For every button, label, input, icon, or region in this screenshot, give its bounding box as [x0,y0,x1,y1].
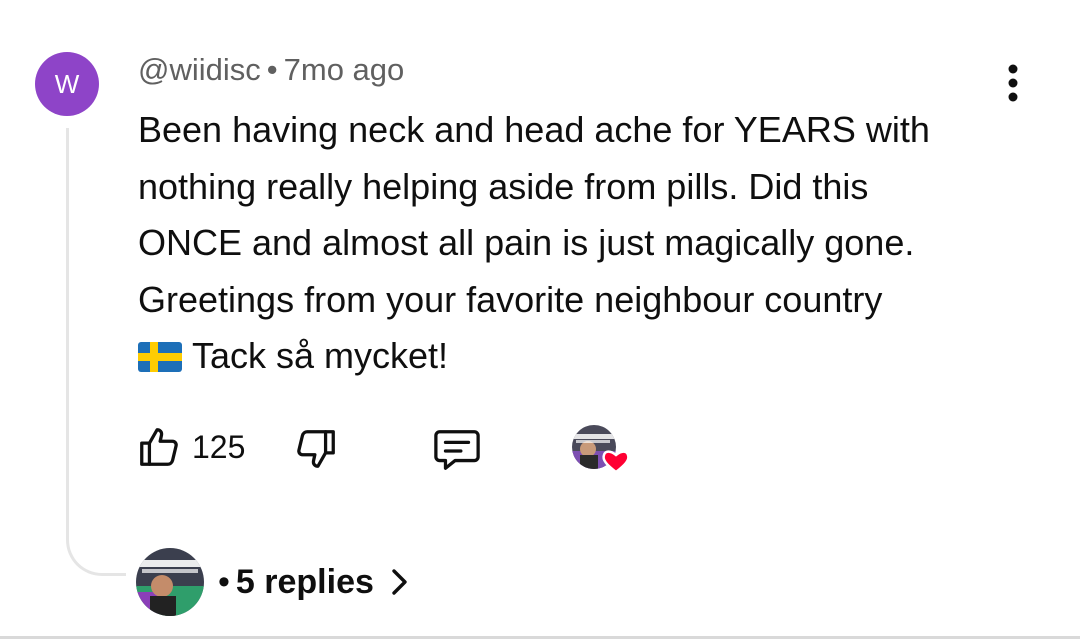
comment-body: Been having neck and head ache for YEARS… [138,102,1038,385]
swedish-flag-icon [138,342,182,372]
creator-heart-badge [572,425,632,475]
heart-icon [602,450,630,474]
creator-avatar-icon [572,425,630,474]
comment-line: ONCE and almost all pain is just magical… [138,222,915,263]
thumbs-down-icon [297,430,335,468]
comment-line-last: Tack så mycket! [138,328,1038,385]
comment-line: Greetings from your favorite neighbour c… [138,278,883,320]
comment-actions: 125 [0,422,1080,478]
comment-timestamp[interactable]: 7mo ago [284,52,405,87]
view-replies-button[interactable]: • 5 replies [136,548,410,616]
like-button[interactable]: 125 [136,424,245,470]
comment-username[interactable]: @wiidisc [138,52,261,87]
commenter-avatar[interactable]: W [35,52,99,116]
chevron-right-icon [392,569,407,595]
replies-count: 5 replies [235,562,374,601]
reply-button[interactable] [432,426,482,474]
comment-header: @wiidisc • 7mo ago [138,52,404,88]
like-count: 125 [192,428,246,465]
comment-line: nothing really helping aside from pills.… [138,165,869,207]
creator-reply-avatar-icon [136,548,204,616]
avatar-letter: W [54,68,80,99]
replies-separator: • [218,562,230,601]
comment-line-text: Tack så mycket! [192,335,449,376]
thread-connector-line [66,128,126,576]
comment-menu-button[interactable] [996,60,1030,106]
comment-line: Been having neck and head ache for YEARS… [138,109,930,150]
thumbs-up-icon [140,428,178,466]
dislike-button[interactable] [293,426,339,472]
header-separator: • [266,52,278,87]
comment-reply-icon [434,430,480,470]
more-vertical-icon [1008,64,1018,102]
